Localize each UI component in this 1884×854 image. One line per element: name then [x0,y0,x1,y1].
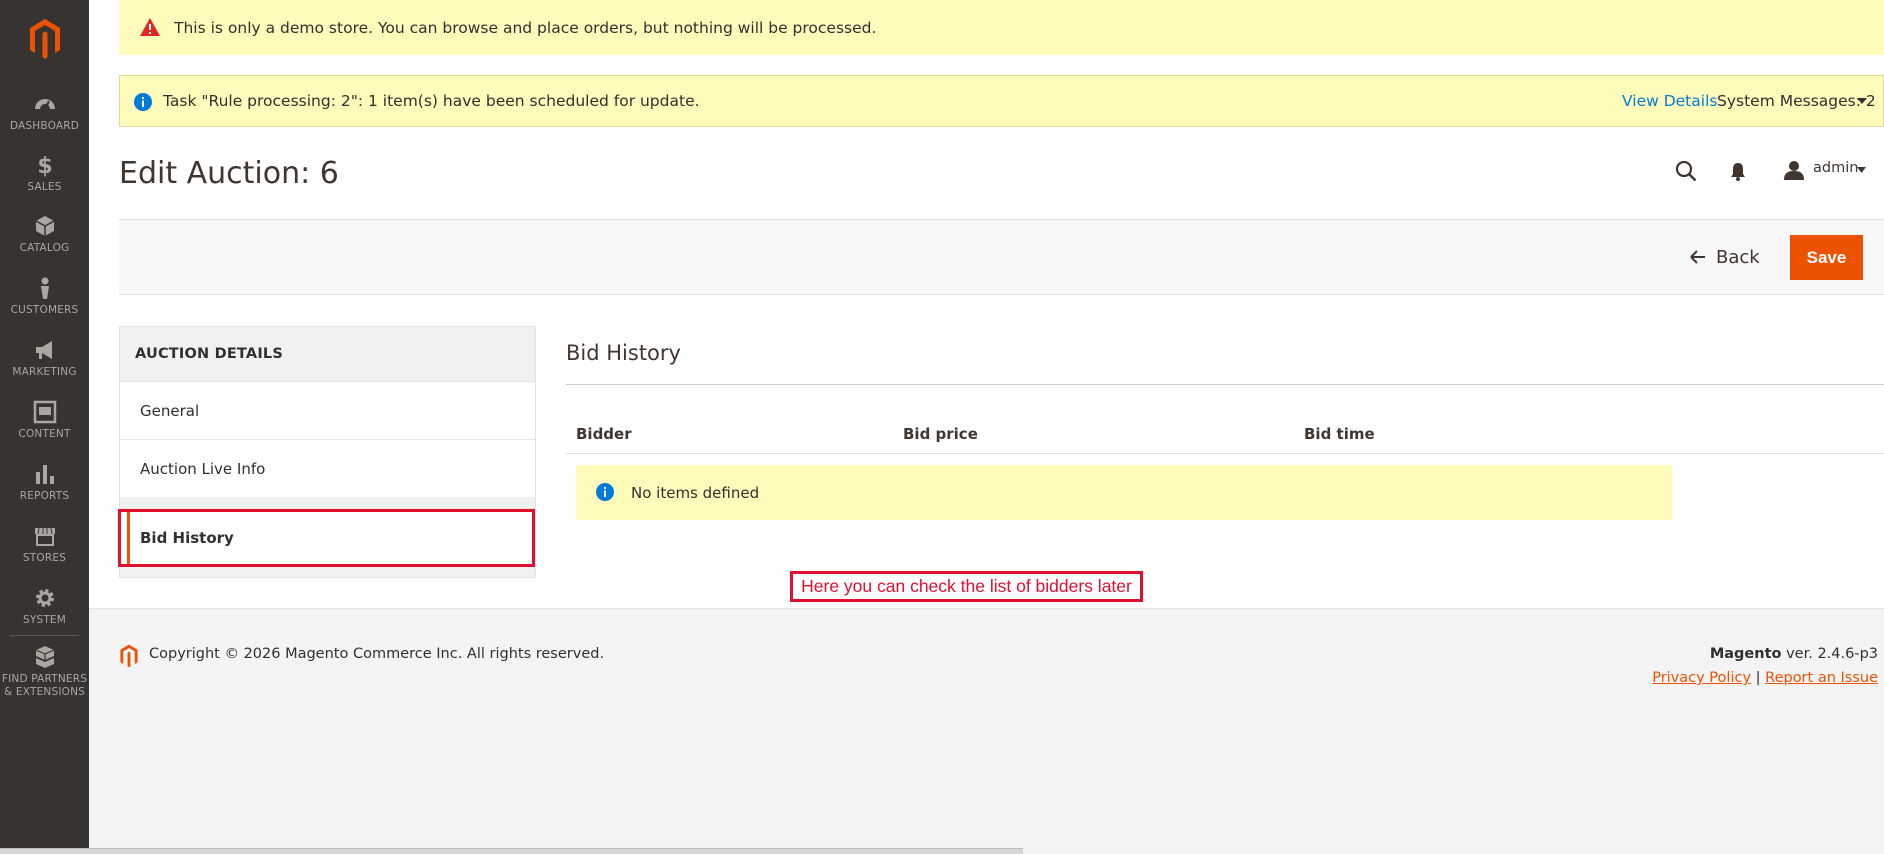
sidebar-item-find-partners[interactable]: FIND PARTNERS & EXTENSIONS [0,645,89,707]
system-messages-toggle[interactable]: System Messages: 2 [1717,92,1876,110]
person-icon [40,277,49,299]
section-title: Bid History [566,341,681,365]
warning-icon [140,18,160,36]
gear-icon [35,589,54,607]
horizontal-scrollbar[interactable] [0,848,1023,854]
tabs-title: AUCTION DETAILS [135,346,283,362]
dashboard-icon [34,99,55,110]
system-message-bar: Task "Rule processing: 2": 1 item(s) hav… [119,75,1884,127]
sidebar-item-label-2: & EXTENSIONS [3,686,86,698]
view-details-link[interactable]: View Details [1622,92,1717,110]
tab-general[interactable]: General [120,381,535,439]
demo-store-text: This is only a demo store. You can brows… [174,18,877,37]
empty-grid-text: No items defined [631,483,760,502]
sidebar-item-label: CATALOG [19,242,70,254]
link-separator: | [1755,670,1761,686]
chevron-down-icon[interactable] [1857,167,1866,173]
section-divider [566,384,1884,385]
sidebar-item-system[interactable]: SYSTEM [0,586,89,648]
footer-links: Privacy Policy | Report an Issue [1652,670,1878,686]
info-icon [596,483,614,501]
store-icon [34,527,55,546]
bell-icon[interactable] [1730,162,1746,181]
sidebar-item-reports[interactable]: REPORTS [0,462,89,524]
report-issue-link[interactable]: Report an Issue [1765,670,1878,686]
brand-name: Magento [1709,646,1782,662]
column-header-bidder[interactable]: Bidder [576,425,632,443]
sidebar-item-label: SYSTEM [22,614,67,626]
task-message-text: Task "Rule processing: 2": 1 item(s) hav… [163,92,700,110]
page-title: Edit Auction: 6 [119,156,339,191]
sidebar-divider [10,635,79,636]
magento-logo-icon [120,644,138,668]
search-icon[interactable] [1675,160,1697,182]
demo-store-notice: This is only a demo store. You can brows… [119,0,1884,55]
svg-text:$: $ [37,154,52,177]
sidebar-item-dashboard[interactable]: DASHBOARD [0,92,89,154]
tab-label: General [140,401,200,420]
sidebar-item-stores[interactable]: STORES [0,524,89,586]
tab-auction-live-info[interactable]: Auction Live Info [120,439,535,497]
magento-logo-icon[interactable] [28,18,62,60]
sidebar-item-catalog[interactable]: CATALOG [0,214,89,276]
sidebar-item-content[interactable]: CONTENT [0,400,89,462]
copyright-text: Copyright © 2026 Magento Commerce Inc. A… [149,646,605,662]
sidebar-item-label: REPORTS [19,490,70,502]
column-header-bid-price[interactable]: Bid price [903,425,978,443]
column-header-bid-time[interactable]: Bid time [1304,425,1375,443]
arrow-left-icon [1690,250,1705,264]
bar-chart-icon [35,465,54,484]
sidebar-item-sales[interactable]: $ SALES [0,153,89,215]
admin-sidebar: DASHBOARD $ SALES CATALOG CUSTOMERS MARK… [0,0,89,854]
privacy-policy-link[interactable]: Privacy Policy [1652,670,1751,686]
highlight-box [118,509,535,567]
sidebar-item-label: DASHBOARD [9,120,80,132]
sidebar-item-label: MARKETING [12,366,77,378]
sidebar-item-label: CONTENT [18,428,71,440]
page-actions-bar [119,219,1884,295]
page-footer [89,608,1884,854]
sidebar-item-marketing[interactable]: MARKETING [0,338,89,400]
back-button-label: Back [1716,246,1760,268]
sidebar-item-customers[interactable]: CUSTOMERS [0,276,89,338]
empty-grid-message: No items defined [576,465,1672,520]
admin-user-menu[interactable]: admin [1813,160,1858,176]
back-button[interactable]: Back [1690,243,1760,271]
chevron-down-icon[interactable] [1857,98,1867,104]
user-icon[interactable] [1784,160,1804,180]
sidebar-item-label: SALES [27,181,62,193]
sidebar-item-label: STORES [22,552,67,564]
cube-icon [35,216,54,236]
megaphone-icon [35,341,52,359]
content-icon [33,400,56,424]
version-text: ver. 2.4.6-p3 [1781,646,1878,662]
dollar-icon: $ [37,154,52,177]
sidebar-item-label: CUSTOMERS [10,304,79,316]
boxes-icon [35,646,54,668]
grid-header-divider [566,453,1884,454]
save-button[interactable]: Save [1790,235,1863,280]
annotation-callout: Here you can check the list of bidders l… [790,571,1143,602]
sidebar-item-label: FIND PARTNERS [1,673,88,685]
tab-label: Auction Live Info [140,459,266,478]
version-info: Magento ver. 2.4.6-p3 [1710,646,1878,662]
info-icon [134,93,152,111]
